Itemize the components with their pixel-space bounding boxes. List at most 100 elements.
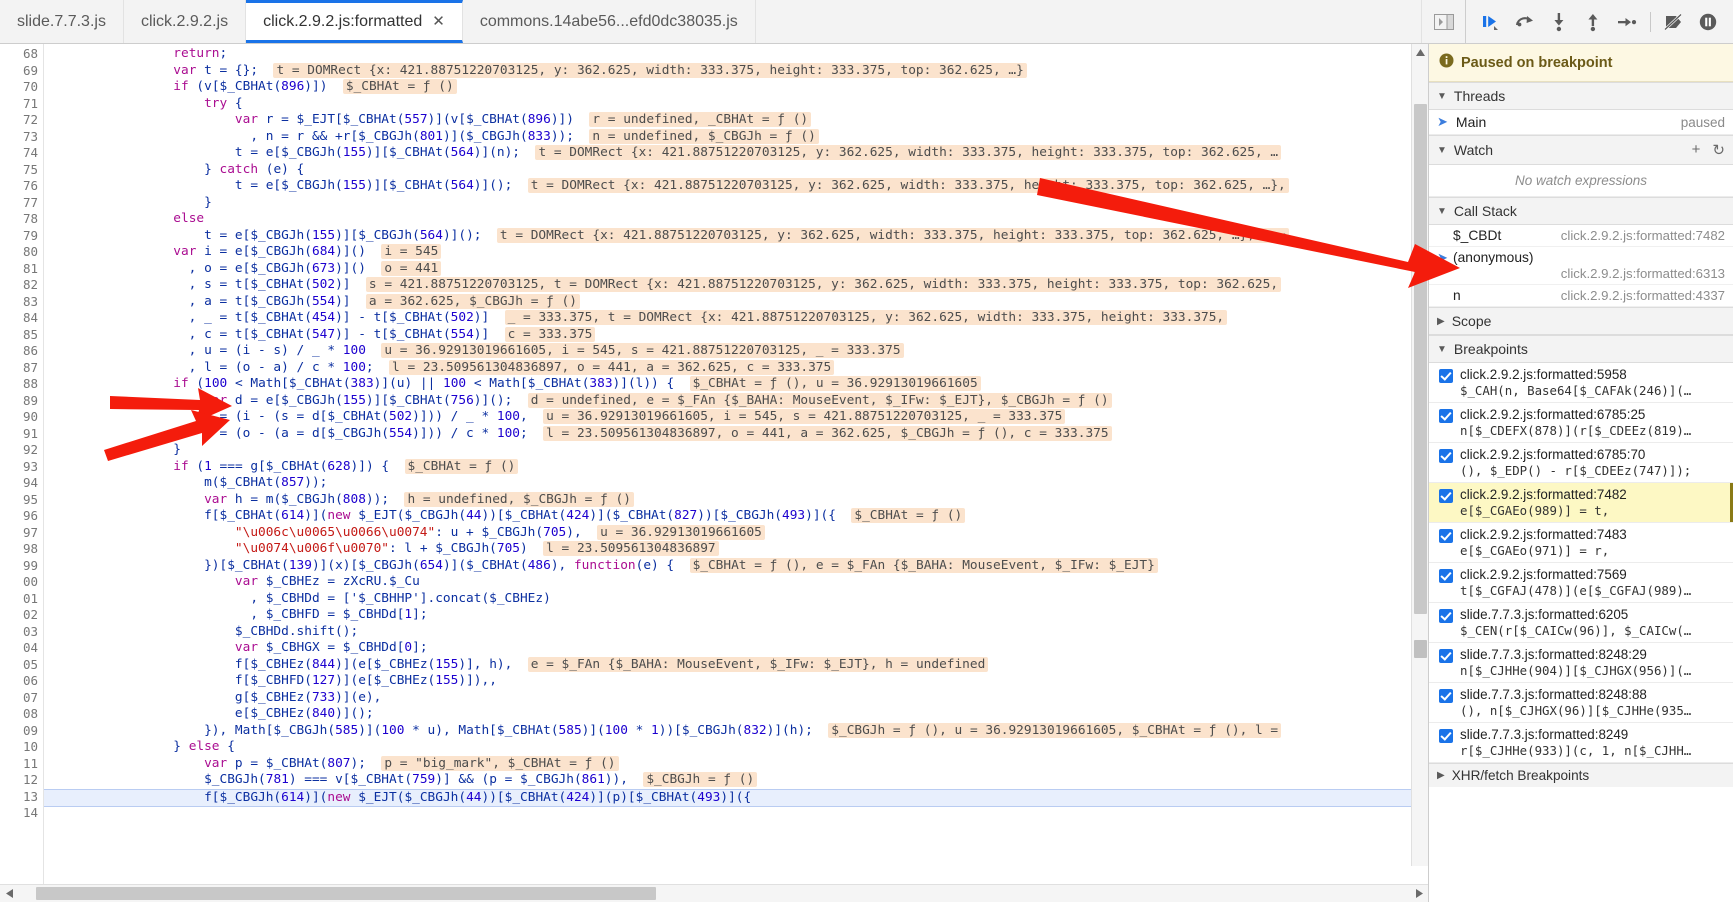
line-number[interactable]: 05 bbox=[0, 657, 43, 674]
code-line[interactable]: , s = t[$_CBHAt(502)] s = 421.8875122070… bbox=[44, 277, 1428, 294]
breakpoint-row[interactable]: slide.7.7.3.js:formatted:8248:88 (), n[$_… bbox=[1429, 683, 1733, 723]
breakpoint-row[interactable]: click.2.9.2.js:formatted:7483 e[$_CGAEo(9… bbox=[1429, 523, 1733, 563]
breakpoint-checkbox[interactable] bbox=[1439, 369, 1453, 383]
code-content[interactable]: return; var t = {}; t = DOMRect {x: 421.… bbox=[44, 44, 1428, 884]
pause-on-exceptions-button[interactable] bbox=[1691, 5, 1725, 39]
call-stack-section-header[interactable]: ▼ Call Stack bbox=[1429, 197, 1733, 225]
code-vertical-scrollbar[interactable] bbox=[1411, 44, 1428, 866]
breakpoint-row[interactable]: slide.7.7.3.js:formatted:8249 r[$_CJHHe(9… bbox=[1429, 723, 1733, 763]
source-tab-2[interactable]: click.2.9.2.js:formatted ✕ bbox=[246, 0, 463, 43]
line-number[interactable]: 88 bbox=[0, 376, 43, 393]
code-line[interactable]: else bbox=[44, 211, 1428, 228]
code-line[interactable]: var $_CBHGX = $_CBHDd[0]; bbox=[44, 640, 1428, 657]
code-line[interactable]: if (1 === g[$_CBHAt(628)]) { $_CBHAt = ƒ… bbox=[44, 458, 1428, 476]
code-line[interactable]: , _ = t[$_CBHAt(454)] - t[$_CBHAt(502)] … bbox=[44, 310, 1428, 327]
code-line[interactable]: var p = $_CBHAt(807); p = "big_mark", $_… bbox=[44, 755, 1428, 773]
code-line[interactable]: var h = m($_CBGJh(808)); h = undefined, … bbox=[44, 491, 1428, 509]
line-number[interactable]: 91 bbox=[0, 426, 43, 443]
line-number[interactable]: 92 bbox=[0, 442, 43, 459]
line-number[interactable]: 90 bbox=[0, 409, 43, 426]
code-line[interactable]: } catch (e) { bbox=[44, 162, 1428, 179]
code-line[interactable]: var $_CBHEz = zXcRU.$_Cu bbox=[44, 574, 1428, 591]
step-button[interactable] bbox=[1610, 5, 1644, 39]
scroll-right-arrow[interactable] bbox=[1410, 885, 1428, 902]
step-out-of-current-function-button[interactable] bbox=[1576, 5, 1610, 39]
breakpoint-checkbox[interactable] bbox=[1439, 409, 1453, 423]
line-number[interactable]: 73 bbox=[0, 129, 43, 146]
code-line[interactable]: u = (i - (s = d[$_CBHAt(502)])) / _ * 10… bbox=[44, 409, 1428, 426]
source-tab-3[interactable]: commons.14abe56...efd0dc38035.js bbox=[462, 0, 756, 43]
code-line[interactable]: , u = (i - s) / _ * 100 u = 36.929130196… bbox=[44, 343, 1428, 360]
code-hscroll-thumb[interactable] bbox=[36, 887, 656, 900]
code-line[interactable]: f[$_CBHAt(614)](new $_EJT($_CBGJh(44))[$… bbox=[44, 508, 1428, 525]
breakpoint-row[interactable]: slide.7.7.3.js:formatted:8248:29 n[$_CJHH… bbox=[1429, 643, 1733, 683]
line-number[interactable]: 03 bbox=[0, 624, 43, 641]
line-number[interactable]: 70 bbox=[0, 79, 43, 96]
code-line[interactable]: f[$_CBHEz(844)](e[$_CBHEz(155)], h), e =… bbox=[44, 656, 1428, 674]
code-line[interactable]: if (100 < Math[$_CBHAt(383)](u) || 100 <… bbox=[44, 376, 1428, 393]
breakpoints-section-header[interactable]: ▼ Breakpoints bbox=[1429, 335, 1733, 363]
code-line[interactable]: , o = e[$_CBGJh(673)]() o = 441 bbox=[44, 260, 1428, 278]
add-watch-expression-button[interactable]: + bbox=[1692, 141, 1701, 159]
call-stack-frame[interactable]: $_CBDt click.2.9.2.js:formatted:7482 bbox=[1429, 225, 1733, 247]
line-number[interactable]: 85 bbox=[0, 327, 43, 344]
line-number[interactable]: 78 bbox=[0, 211, 43, 228]
code-line[interactable]: var t = {}; t = DOMRect {x: 421.88751220… bbox=[44, 62, 1428, 80]
code-line[interactable]: , a = t[$_CBGJh(554)] a = 362.625, $_CBG… bbox=[44, 293, 1428, 311]
line-number[interactable]: 04 bbox=[0, 640, 43, 657]
line-number[interactable]: 93 bbox=[0, 459, 43, 476]
line-number[interactable]: 12 bbox=[0, 772, 43, 789]
line-number[interactable]: 10 bbox=[0, 739, 43, 756]
line-number[interactable]: 69 bbox=[0, 63, 43, 80]
breakpoint-row[interactable]: click.2.9.2.js:formatted:7569 t[$_CGFAJ(4… bbox=[1429, 563, 1733, 603]
breakpoint-row[interactable]: click.2.9.2.js:formatted:6785:25 n[$_CDEF… bbox=[1429, 403, 1733, 443]
step-into-next-function-call-button[interactable] bbox=[1542, 5, 1576, 39]
code-line[interactable]: } bbox=[44, 195, 1428, 212]
breakpoint-checkbox[interactable] bbox=[1439, 529, 1453, 543]
line-number[interactable]: 11 bbox=[0, 756, 43, 773]
breakpoint-row[interactable]: click.2.9.2.js:formatted:7482 e[$_CGAEo(9… bbox=[1429, 483, 1733, 523]
code-line[interactable]: if (v[$_CBHAt(896)]) $_CBHAt = ƒ () bbox=[44, 79, 1428, 96]
line-number[interactable]: 81 bbox=[0, 261, 43, 278]
line-number[interactable]: 71 bbox=[0, 96, 43, 113]
code-line[interactable]: $_CBGJh(781) === v[$_CBHAt(759)] && (p =… bbox=[44, 772, 1428, 789]
code-line[interactable]: t = e[$_CBGJh(155)][$_CBGJh(564)](); t =… bbox=[44, 227, 1428, 245]
line-number[interactable]: 06 bbox=[0, 673, 43, 690]
code-line[interactable]: }), Math[$_CBGJh(585)](100 * u), Math[$_… bbox=[44, 722, 1428, 740]
line-number[interactable]: 00 bbox=[0, 574, 43, 591]
code-line[interactable]: try { bbox=[44, 96, 1428, 113]
watch-section-header[interactable]: ▼ Watch + ↻ bbox=[1429, 135, 1733, 165]
line-number[interactable]: 83 bbox=[0, 294, 43, 311]
code-line[interactable]: e[$_CBHEz(840)](); bbox=[44, 706, 1428, 723]
line-number[interactable]: 14 bbox=[0, 805, 43, 822]
resume-script-execution-button[interactable] bbox=[1474, 5, 1508, 39]
code-line[interactable]: g[$_CBHEz(733)](e), bbox=[44, 690, 1428, 707]
line-number[interactable]: 80 bbox=[0, 244, 43, 261]
line-number[interactable]: 82 bbox=[0, 277, 43, 294]
show-panel-toggle-button[interactable] bbox=[1421, 0, 1465, 43]
line-number[interactable]: 94 bbox=[0, 475, 43, 492]
line-number[interactable]: 68 bbox=[0, 46, 43, 63]
line-number[interactable]: 74 bbox=[0, 145, 43, 162]
code-line[interactable]: t = e[$_CBGJh(155)][$_CBHAt(564)](n); t … bbox=[44, 145, 1428, 162]
call-stack-frame[interactable]: n click.2.9.2.js:formatted:4337 bbox=[1429, 285, 1733, 307]
line-number[interactable]: 84 bbox=[0, 310, 43, 327]
breakpoint-checkbox[interactable] bbox=[1439, 729, 1453, 743]
line-number[interactable]: 99 bbox=[0, 558, 43, 575]
line-number[interactable]: 07 bbox=[0, 690, 43, 707]
line-number-gutter[interactable]: 68 69 70 71 72 73 74 75 76 77 78 79 80 81 82 83 84 85 86 87… bbox=[0, 44, 44, 884]
scroll-left-arrow[interactable] bbox=[0, 885, 18, 902]
line-number[interactable]: 77 bbox=[0, 195, 43, 212]
line-number[interactable]: 13 bbox=[0, 789, 43, 806]
code-line[interactable]: $_CBHDd.shift(); bbox=[44, 624, 1428, 641]
line-number[interactable]: 72 bbox=[0, 112, 43, 129]
breakpoint-checkbox[interactable] bbox=[1439, 449, 1453, 463]
code-line[interactable]: return; bbox=[44, 46, 1428, 63]
code-line[interactable]: })[$_CBHAt(139)](x)[$_CBGJh(654)]($_CBHA… bbox=[44, 557, 1428, 575]
close-tab-icon[interactable]: ✕ bbox=[432, 14, 445, 29]
line-number[interactable]: 98 bbox=[0, 541, 43, 558]
source-tab-1[interactable]: click.2.9.2.js bbox=[123, 0, 247, 43]
source-tab-0[interactable]: slide.7.7.3.js bbox=[0, 0, 124, 43]
call-stack-frame[interactable]: ➤ (anonymous) click.2.9.2.js:formatted:631… bbox=[1429, 247, 1733, 285]
scope-section-header[interactable]: ▶ Scope bbox=[1429, 307, 1733, 335]
